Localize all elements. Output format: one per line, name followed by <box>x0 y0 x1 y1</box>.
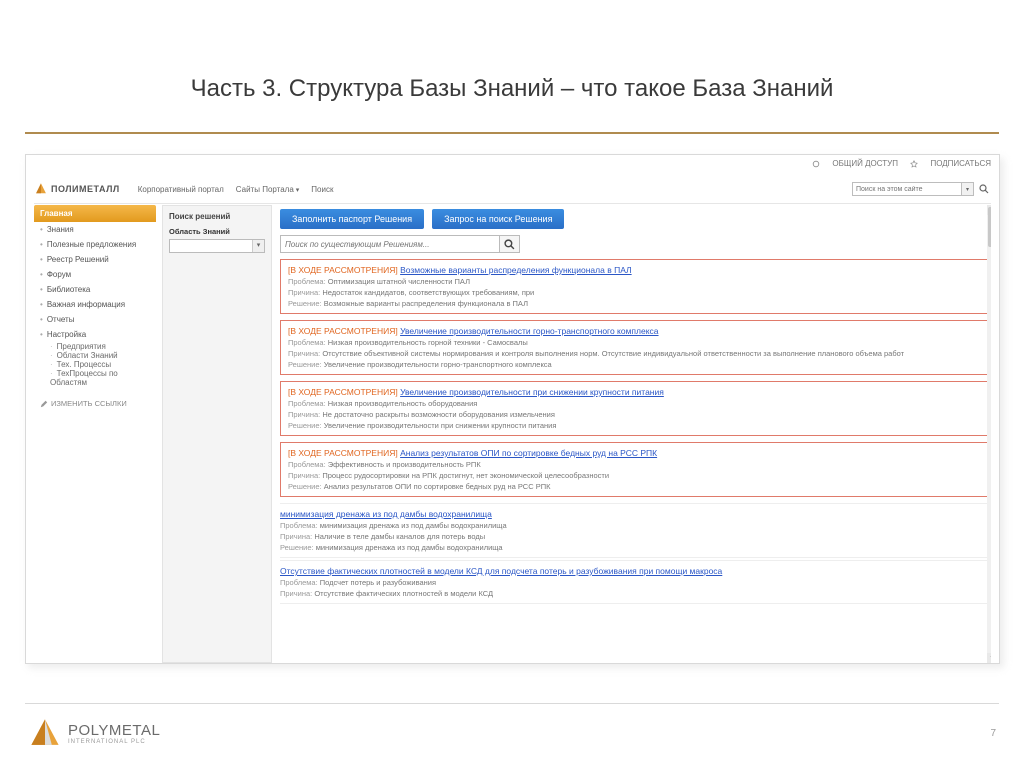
footer-logo: POLYMETAL INTERNATIONAL PLC <box>28 716 160 750</box>
nav-corporate-portal[interactable]: Корпоративный портал <box>138 185 224 194</box>
sidebar-item[interactable]: Важная информация <box>34 297 156 312</box>
site-search: ▾ <box>852 182 991 196</box>
sidebar-item[interactable]: Реестр Решений <box>34 252 156 267</box>
portal-logo[interactable]: ПОЛИМЕТАЛЛ <box>34 182 120 196</box>
result-title-row: [В ХОДЕ РАССМОТРЕНИЯ] Анализ результатов… <box>288 448 983 458</box>
footer-logo-sub: INTERNATIONAL PLC <box>68 739 160 745</box>
portal-logo-text: ПОЛИМЕТАЛЛ <box>51 184 120 194</box>
result-title-row: минимизация дренажа из под дамбы водохра… <box>280 509 991 519</box>
left-sidebar: Главная Знания Полезные предложения Реес… <box>34 205 156 663</box>
solutions-search-input[interactable] <box>280 235 500 253</box>
status-tag: [В ХОДЕ РАССМОТРЕНИЯ] <box>288 448 400 458</box>
site-search-input[interactable] <box>852 182 962 196</box>
result-field-reason: Причина: Наличие в теле дамбы каналов дл… <box>280 532 991 541</box>
result-field-reason: Причина: Отсутствие фактических плотност… <box>280 589 991 598</box>
filter-panel: Поиск решений Область Знаний ▾ <box>162 205 272 663</box>
result-field-problem: Проблема: Низкая производительность обор… <box>288 399 983 408</box>
status-tag: [В ХОДЕ РАССМОТРЕНИЯ] <box>288 265 400 275</box>
result-title-link[interactable]: Увеличение производительности при снижен… <box>400 387 664 397</box>
result-card: Отсутствие фактических плотностей в моде… <box>280 560 991 604</box>
result-title-row: [В ХОДЕ РАССМОТРЕНИЯ] Увеличение произво… <box>288 326 983 336</box>
footer-divider <box>25 703 999 704</box>
slide-footer: POLYMETAL INTERNATIONAL PLC 7 <box>28 716 996 750</box>
fill-passport-button[interactable]: Заполнить паспорт Решения <box>280 209 424 229</box>
result-field-solution: Решение: минимизация дренажа из под дамб… <box>280 543 991 552</box>
site-search-button[interactable] <box>977 182 991 196</box>
footer-logo-name: POLYMETAL <box>68 722 160 739</box>
page-number: 7 <box>990 728 996 739</box>
utility-bar: ОБЩИЙ ДОСТУП ПОДПИСАТЬСЯ <box>802 159 991 168</box>
subscribe-link[interactable]: ПОДПИСАТЬСЯ <box>910 159 991 168</box>
sidebar-item[interactable]: Полезные предложения <box>34 237 156 252</box>
result-field-problem: Проблема: минимизация дренажа из под дам… <box>280 521 991 530</box>
title-divider <box>25 132 999 134</box>
scroll-thumb[interactable] <box>988 207 991 247</box>
polymetal-logo-icon <box>28 716 62 750</box>
nav-portal-sites[interactable]: Сайты Портала <box>236 185 300 194</box>
sidebar-item[interactable]: Библиотека <box>34 282 156 297</box>
search-request-button[interactable]: Запрос на поиск Решения <box>432 209 564 229</box>
result-title-row: [В ХОДЕ РАССМОТРЕНИЯ] Возможные варианты… <box>288 265 983 275</box>
portal-body: Главная Знания Полезные предложения Реес… <box>34 205 991 663</box>
knowledge-area-select[interactable]: ▾ <box>169 239 265 253</box>
sidebar-item[interactable]: Знания <box>34 222 156 237</box>
header-divider <box>34 203 991 204</box>
main-content: Заполнить паспорт Решения Запрос на поис… <box>280 205 991 663</box>
result-field-reason: Причина: Отсутствие объективной системы … <box>288 349 983 358</box>
result-field-reason: Причина: Процесс рудосортировки на РПК д… <box>288 471 983 480</box>
sidebar-subitem[interactable]: Области Знаний <box>34 351 156 360</box>
status-tag: [В ХОДЕ РАССМОТРЕНИЯ] <box>288 387 400 397</box>
filter-panel-title: Поиск решений <box>169 212 265 221</box>
result-card: минимизация дренажа из под дамбы водохра… <box>280 503 991 558</box>
result-title-link[interactable]: минимизация дренажа из под дамбы водохра… <box>280 509 492 519</box>
result-title-link[interactable]: Анализ результатов ОПИ по сортировке бед… <box>400 448 657 458</box>
sidebar-item[interactable]: Отчеты <box>34 312 156 327</box>
result-field-solution: Решение: Увеличение производительности п… <box>288 421 983 430</box>
sidebar-edit-links[interactable]: ИЗМЕНИТЬ ССЫЛКИ <box>34 395 156 412</box>
result-field-problem: Проблема: Низкая производительность горн… <box>288 338 983 347</box>
scroll-down-icon[interactable]: ▾ <box>987 653 991 663</box>
result-field-solution: Решение: Увеличение производительности г… <box>288 360 983 369</box>
sidebar-subitem[interactable]: Предприятия <box>34 342 156 351</box>
results-scrollbar[interactable]: ▴ ▾ <box>987 205 991 663</box>
sidebar-item[interactable]: Настройка <box>34 327 156 342</box>
result-field-reason: Причина: Недостаток кандидатов, соответс… <box>288 288 983 297</box>
share-link[interactable]: ОБЩИЙ ДОСТУП <box>812 159 898 168</box>
dropdown-icon: ▾ <box>252 240 264 252</box>
result-card: [В ХОДЕ РАССМОТРЕНИЯ] Анализ результатов… <box>280 442 991 497</box>
pencil-icon <box>40 400 48 408</box>
result-field-reason: Причина: Не достаточно раскрыты возможно… <box>288 410 983 419</box>
sidebar-subitem[interactable]: Тех. Процессы <box>34 360 156 369</box>
portal-header: ПОЛИМЕТАЛЛ Корпоративный портал Сайты По… <box>34 177 991 201</box>
result-title-link[interactable]: Увеличение производительности горно-тран… <box>400 326 658 336</box>
result-card: [В ХОДЕ РАССМОТРЕНИЯ] Увеличение произво… <box>280 381 991 436</box>
result-field-solution: Решение: Возможные варианты распределени… <box>288 299 983 308</box>
result-card: [В ХОДЕ РАССМОТРЕНИЯ] Увеличение произво… <box>280 320 991 375</box>
filter-field-label: Область Знаний <box>169 227 265 236</box>
result-field-problem: Проблема: Оптимизация штатной численност… <box>288 277 983 286</box>
nav-search[interactable]: Поиск <box>311 185 333 194</box>
result-title-link[interactable]: Возможные варианты распределения функцио… <box>400 265 632 275</box>
result-field-problem: Проблема: Эффективность и производительн… <box>288 460 983 469</box>
results-list: [В ХОДЕ РАССМОТРЕНИЯ] Возможные варианты… <box>280 259 991 604</box>
status-tag: [В ХОДЕ РАССМОТРЕНИЯ] <box>288 326 400 336</box>
sidebar-item-home[interactable]: Главная <box>34 205 156 222</box>
search-icon <box>979 184 989 194</box>
result-title-row: [В ХОДЕ РАССМОТРЕНИЯ] Увеличение произво… <box>288 387 983 397</box>
solutions-search-button[interactable] <box>500 235 520 253</box>
result-title-link[interactable]: Отсутствие фактических плотностей в моде… <box>280 566 722 576</box>
polymetal-logo-icon <box>34 182 48 196</box>
sidebar-item[interactable]: Форум <box>34 267 156 282</box>
result-field-solution: Решение: Анализ результатов ОПИ по сорти… <box>288 482 983 491</box>
top-nav: Корпоративный портал Сайты Портала Поиск <box>138 185 334 194</box>
result-title-row: Отсутствие фактических плотностей в моде… <box>280 566 991 576</box>
sidebar-subitem[interactable]: ТехПроцессы по Областям <box>34 369 156 387</box>
slide-title: Часть 3. Структура Базы Знаний – что так… <box>0 75 1024 103</box>
search-icon <box>504 239 515 250</box>
site-search-scope-dropdown[interactable]: ▾ <box>962 182 974 196</box>
portal-screenshot: ОБЩИЙ ДОСТУП ПОДПИСАТЬСЯ ПОЛИМЕТАЛЛ Корп… <box>25 154 1000 664</box>
result-field-problem: Проблема: Подсчет потерь и разубоживания <box>280 578 991 587</box>
result-card: [В ХОДЕ РАССМОТРЕНИЯ] Возможные варианты… <box>280 259 991 314</box>
